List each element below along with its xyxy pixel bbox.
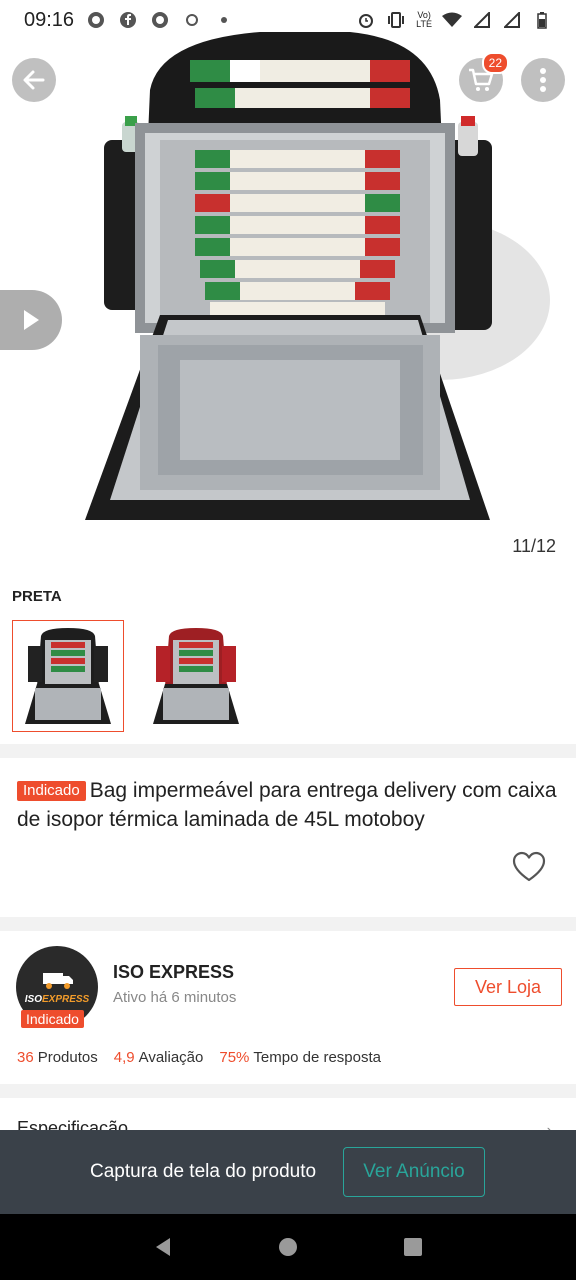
product-title: Indicado Bag impermeável para entrega del… bbox=[17, 776, 557, 834]
arrow-left-icon bbox=[23, 70, 45, 90]
visit-store-button[interactable]: Ver Loja bbox=[454, 968, 562, 1006]
wifi-icon bbox=[442, 10, 462, 30]
cart-count-badge: 22 bbox=[481, 52, 509, 74]
cart-button[interactable]: 22 bbox=[459, 52, 509, 102]
status-time: 09:16 bbox=[24, 8, 75, 31]
store-logo-text: ISOEXPRESS bbox=[24, 993, 90, 1005]
recents-square-icon[interactable] bbox=[402, 1236, 424, 1258]
vibrate-icon bbox=[386, 10, 406, 30]
bag-thumbnail-image bbox=[153, 628, 239, 724]
image-page-counter: 11/12 bbox=[506, 532, 562, 561]
delivery-truck-icon bbox=[43, 972, 73, 989]
app-notification-icon bbox=[86, 10, 106, 30]
section-divider bbox=[0, 1084, 576, 1098]
store-stats: 36 Produtos 4,9 Avaliação 75% Tempo de resp… bbox=[17, 1049, 381, 1066]
home-circle-icon[interactable] bbox=[277, 1236, 299, 1258]
store-last-active: Ativo há 6 minutos bbox=[113, 989, 237, 1006]
settings-notification-icon bbox=[182, 10, 202, 30]
store-name[interactable]: ISO EXPRESS bbox=[113, 962, 234, 983]
facebook-icon bbox=[118, 10, 138, 30]
banner-text: Captura de tela do produto bbox=[90, 1161, 317, 1182]
heart-icon[interactable] bbox=[512, 851, 546, 883]
store-stat-rating: 4,9 Avaliação bbox=[113, 1049, 204, 1066]
section-divider bbox=[0, 917, 576, 931]
more-options-button[interactable] bbox=[521, 58, 565, 102]
variant-label: PRETA bbox=[12, 588, 62, 605]
volte-indicator: Vo) LTE bbox=[416, 10, 432, 29]
status-bar: 09:16 Vo) LTE bbox=[0, 0, 576, 40]
view-listing-button[interactable]: Ver Anúncio bbox=[343, 1147, 485, 1197]
bag-thumbnail-image bbox=[25, 628, 111, 724]
recommended-tag: Indicado bbox=[17, 781, 86, 801]
play-video-button[interactable] bbox=[0, 290, 62, 350]
product-title-text: Bag impermeável para entrega delivery co… bbox=[17, 779, 557, 831]
signal-icon bbox=[472, 10, 492, 30]
product-image[interactable]: 22 11/12 bbox=[0, 0, 576, 578]
signal-icon bbox=[502, 10, 522, 30]
app-notification-icon bbox=[150, 10, 170, 30]
screenshot-banner: Captura de tela do produto Ver Anúncio bbox=[0, 1130, 576, 1214]
variant-thumbnail-black[interactable] bbox=[12, 620, 124, 732]
section-divider bbox=[0, 744, 576, 758]
variant-thumbnail-red[interactable] bbox=[140, 620, 252, 732]
dot-icon bbox=[214, 10, 234, 30]
more-vertical-icon bbox=[540, 68, 546, 92]
back-triangle-icon[interactable] bbox=[152, 1236, 174, 1258]
battery-icon bbox=[532, 10, 552, 30]
system-navigation-bar bbox=[0, 1214, 576, 1280]
back-button[interactable] bbox=[12, 58, 56, 102]
alarm-icon bbox=[356, 10, 376, 30]
store-stat-response-time: 75% Tempo de resposta bbox=[219, 1049, 381, 1066]
store-recommended-tag: Indicado bbox=[21, 1010, 84, 1028]
play-icon bbox=[24, 310, 39, 330]
store-stat-products: 36 Produtos bbox=[17, 1049, 98, 1066]
